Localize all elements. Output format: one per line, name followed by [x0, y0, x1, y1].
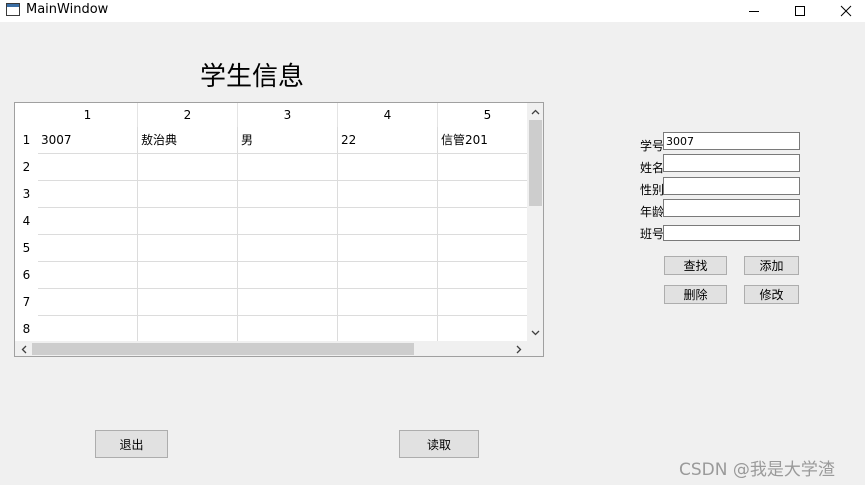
- window-title: MainWindow: [26, 2, 109, 17]
- modify-button[interactable]: 修改: [744, 285, 799, 304]
- column-header[interactable]: 3: [238, 103, 338, 127]
- row-header[interactable]: 7: [15, 289, 38, 316]
- scrollbar-corner: [527, 341, 543, 356]
- table-cell[interactable]: [38, 289, 138, 316]
- student-table[interactable]: 12345 12345678 3007 敖治典男 22 信管201: [14, 102, 544, 357]
- column-header[interactable]: 2: [138, 103, 238, 127]
- table-cell[interactable]: [138, 181, 238, 208]
- table-cell[interactable]: 22: [338, 127, 438, 154]
- scroll-left-icon[interactable]: [15, 341, 32, 356]
- row-header[interactable]: 5: [15, 235, 38, 262]
- column-header[interactable]: 1: [38, 103, 138, 127]
- age-input[interactable]: [663, 199, 800, 217]
- table-cell[interactable]: [238, 316, 338, 341]
- age-label: 年龄: [640, 205, 665, 219]
- table-cell[interactable]: [138, 316, 238, 341]
- row-header[interactable]: 1: [15, 127, 38, 154]
- table-cell[interactable]: [438, 235, 527, 262]
- table-cell[interactable]: [338, 154, 438, 181]
- add-button[interactable]: 添加: [744, 256, 799, 275]
- row-header[interactable]: 8: [15, 316, 38, 343]
- table-cell[interactable]: [38, 208, 138, 235]
- table-cell[interactable]: [438, 316, 527, 341]
- scroll-down-icon[interactable]: [527, 324, 543, 341]
- maximize-icon: [795, 6, 805, 16]
- vertical-scrollbar[interactable]: [527, 103, 543, 341]
- table-cell[interactable]: [338, 208, 438, 235]
- row-header[interactable]: 6: [15, 262, 38, 289]
- table-cell[interactable]: [138, 208, 238, 235]
- horizontal-scrollbar[interactable]: [15, 341, 527, 356]
- read-button[interactable]: 读取: [399, 430, 479, 458]
- minimize-icon: [749, 11, 759, 12]
- table-cell[interactable]: 信管201: [438, 127, 527, 154]
- row-header[interactable]: 4: [15, 208, 38, 235]
- table-cell[interactable]: [338, 316, 438, 341]
- title-bar: MainWindow: [0, 0, 865, 22]
- scroll-right-icon[interactable]: [510, 341, 527, 356]
- row-header[interactable]: 3: [15, 181, 38, 208]
- table-cell[interactable]: [38, 316, 138, 341]
- table-cell[interactable]: [238, 235, 338, 262]
- minimize-button[interactable]: [731, 0, 777, 22]
- table-cell[interactable]: [438, 154, 527, 181]
- table-cell[interactable]: [438, 262, 527, 289]
- maximize-button[interactable]: [777, 0, 823, 22]
- table-cell[interactable]: [338, 181, 438, 208]
- watermark: CSDN @我是大学渣: [679, 460, 835, 480]
- table-cell[interactable]: [438, 208, 527, 235]
- table-cell[interactable]: [238, 181, 338, 208]
- class-label: 班号: [640, 227, 665, 241]
- delete-button[interactable]: 删除: [664, 285, 727, 304]
- close-icon: [840, 5, 852, 17]
- table-cell[interactable]: [238, 208, 338, 235]
- table-cell[interactable]: [238, 289, 338, 316]
- table-cell[interactable]: [38, 262, 138, 289]
- table-cell[interactable]: [338, 289, 438, 316]
- table-cell[interactable]: [38, 181, 138, 208]
- table-cell[interactable]: [38, 235, 138, 262]
- table-cell[interactable]: [38, 154, 138, 181]
- page-title: 学生信息: [200, 62, 305, 92]
- table-cell[interactable]: [438, 289, 527, 316]
- id-input[interactable]: [663, 132, 800, 150]
- table-cell[interactable]: [138, 262, 238, 289]
- row-header[interactable]: 2: [15, 154, 38, 181]
- app-icon: [6, 3, 20, 16]
- horizontal-scroll-thumb[interactable]: [32, 343, 414, 355]
- table-cell[interactable]: [238, 262, 338, 289]
- close-button[interactable]: [823, 0, 865, 22]
- column-header[interactable]: 4: [338, 103, 438, 127]
- find-button[interactable]: 查找: [664, 256, 727, 275]
- vertical-scroll-thumb[interactable]: [529, 120, 542, 206]
- table-cell[interactable]: [238, 154, 338, 181]
- table-cell[interactable]: 3007: [38, 127, 138, 154]
- scroll-up-icon[interactable]: [527, 103, 543, 120]
- table-cell[interactable]: [138, 154, 238, 181]
- class-input[interactable]: [663, 225, 800, 241]
- table-cell[interactable]: 男: [238, 127, 338, 154]
- gender-input[interactable]: [663, 177, 800, 195]
- table-cell[interactable]: [338, 262, 438, 289]
- name-label: 姓名: [640, 161, 665, 175]
- column-header[interactable]: 5: [438, 103, 538, 127]
- gender-label: 性别: [640, 183, 665, 197]
- exit-button[interactable]: 退出: [95, 430, 168, 458]
- table-cell[interactable]: 敖治典: [138, 127, 238, 154]
- table-cell[interactable]: [438, 181, 527, 208]
- id-label: 学号: [640, 139, 665, 153]
- name-input[interactable]: [663, 154, 800, 172]
- table-cell[interactable]: [138, 289, 238, 316]
- table-grid[interactable]: 3007 敖治典男 22 信管201: [38, 127, 527, 341]
- table-corner: [15, 103, 38, 127]
- table-cell[interactable]: [138, 235, 238, 262]
- table-cell[interactable]: [338, 235, 438, 262]
